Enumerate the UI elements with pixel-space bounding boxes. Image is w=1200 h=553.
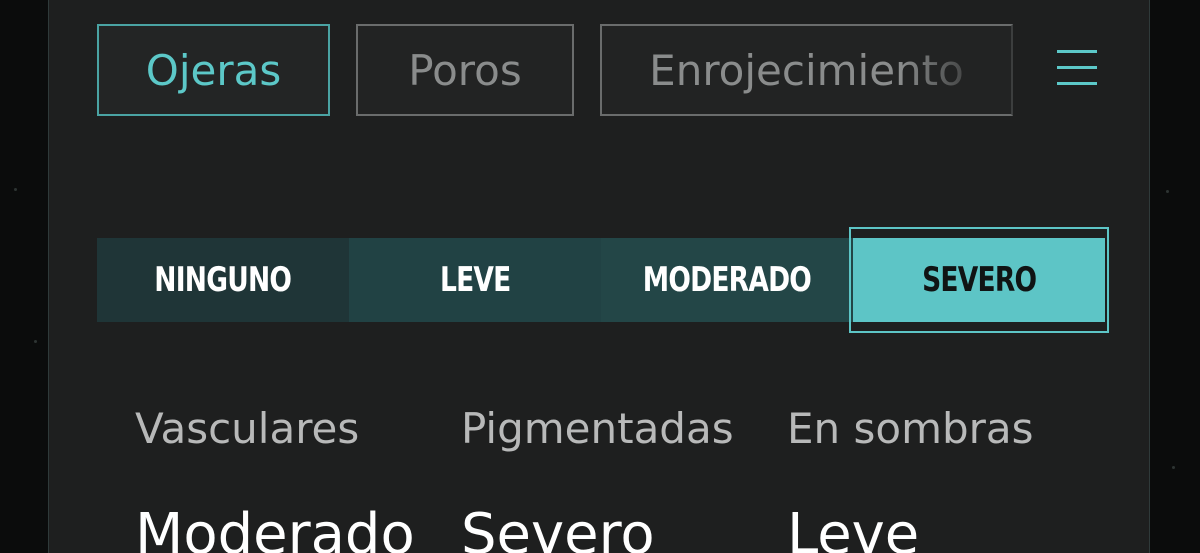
- result-label-en-sombras: En sombras: [787, 404, 1034, 453]
- tab-ojeras[interactable]: Ojeras: [97, 24, 330, 116]
- hamburger-menu-icon[interactable]: [1057, 50, 1099, 90]
- result-label-pigmentadas: Pigmentadas: [461, 404, 734, 453]
- severity-option-label: NINGUNO: [154, 260, 293, 300]
- tab-label: Poros: [408, 45, 522, 95]
- severity-option-ninguno[interactable]: NINGUNO: [97, 238, 349, 322]
- severity-option-moderado[interactable]: MODERADO: [601, 238, 853, 322]
- menu-bar: [1057, 50, 1097, 53]
- menu-bar: [1057, 66, 1097, 69]
- tab-enrojecimiento[interactable]: Enrojecimiento: [600, 24, 1013, 116]
- severity-option-label: LEVE: [439, 260, 511, 300]
- background-star: [1172, 466, 1175, 469]
- result-value-vasculares: Moderado: [135, 502, 415, 553]
- severity-option-label: MODERADO: [642, 260, 812, 300]
- severity-option-severo[interactable]: SEVERO: [849, 224, 1109, 336]
- app-screen: Ojeras Poros Enrojecimiento NINGUNO LEVE…: [0, 0, 1200, 553]
- severity-option-label: SEVERO: [921, 260, 1037, 300]
- background-star: [34, 340, 37, 343]
- result-label-vasculares: Vasculares: [135, 404, 360, 453]
- severity-option-leve[interactable]: LEVE: [349, 238, 601, 322]
- menu-bar: [1057, 82, 1097, 85]
- result-value-en-sombras: Leve: [787, 502, 920, 553]
- tab-poros[interactable]: Poros: [356, 24, 574, 116]
- analysis-panel: Ojeras Poros Enrojecimiento NINGUNO LEVE…: [48, 0, 1150, 553]
- background-star: [14, 188, 17, 191]
- background-star: [1166, 190, 1169, 193]
- tab-label: Ojeras: [145, 45, 282, 95]
- tab-label: Enrojecimiento: [649, 45, 964, 95]
- result-value-pigmentadas: Severo: [461, 502, 655, 553]
- severity-selector: NINGUNO LEVE MODERADO SEVERO: [97, 224, 1109, 336]
